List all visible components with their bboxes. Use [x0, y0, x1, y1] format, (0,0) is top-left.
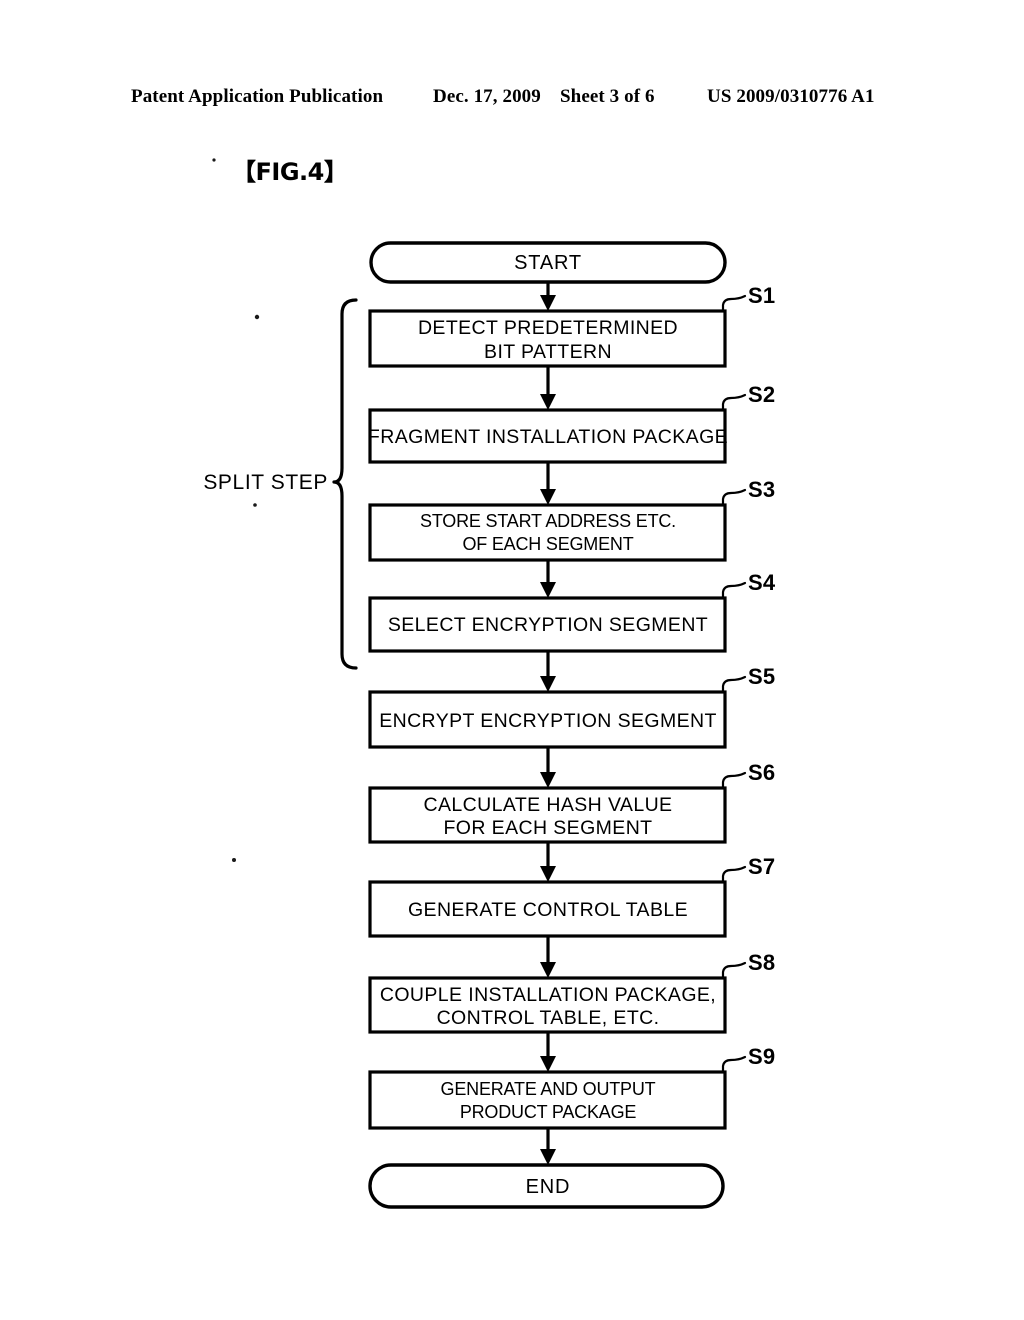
scan-speck [212, 158, 216, 162]
step-id-s6: S6 [748, 760, 775, 785]
connector-s7-s8 [540, 936, 556, 978]
step-id-s4: S4 [748, 570, 776, 595]
step-id-s7: S7 [748, 854, 775, 879]
step-s8-line2: CONTROL TABLE, ETC. [437, 1007, 660, 1029]
connector-s6-s7 [540, 842, 556, 882]
step-node-s8: COUPLE INSTALLATION PACKAGE, CONTROL TAB… [368, 950, 775, 1034]
connector-start-s1 [540, 282, 556, 311]
step-id-s3: S3 [748, 477, 775, 502]
step-node-s3: STORE START ADDRESS ETC. OF EACH SEGMENT… [368, 477, 775, 562]
step-node-s9: GENERATE AND OUTPUT PRODUCT PACKAGE S9 [368, 1044, 775, 1130]
connector-s4-s5 [540, 651, 556, 692]
step-node-s2: FRAGMENT INSTALLATION PACKAGE S2 [368, 382, 775, 464]
step-node-s7: GENERATE CONTROL TABLE S7 [368, 854, 775, 938]
connector-s8-s9 [540, 1032, 556, 1072]
step-s1-line2: BIT PATTERN [484, 341, 612, 363]
step-node-s6: CALCULATE HASH VALUE FOR EACH SEGMENT S6 [368, 760, 775, 844]
step-s2-line1: FRAGMENT INSTALLATION PACKAGE [368, 426, 728, 448]
step-id-s1: S1 [748, 283, 775, 308]
start-node-label: START [514, 252, 582, 274]
step-s7-line1: GENERATE CONTROL TABLE [408, 899, 688, 921]
step-s6-line2: FOR EACH SEGMENT [444, 817, 653, 839]
end-node: END [368, 1163, 725, 1209]
step-s4-line1: SELECT ENCRYPTION SEGMENT [388, 614, 708, 636]
connector-s3-s4 [540, 560, 556, 598]
step-id-s2: S2 [748, 382, 775, 407]
connector-s1-s2 [540, 366, 556, 410]
split-step-group: SPLIT STEP [203, 298, 358, 670]
scan-speck [232, 858, 236, 862]
connector-s2-s3 [540, 462, 556, 505]
step-node-s5: ENCRYPT ENCRYPTION SEGMENT S5 [368, 664, 775, 749]
step-id-s9: S9 [748, 1044, 775, 1069]
scan-speck [253, 503, 257, 507]
connector-s5-s6 [540, 747, 556, 788]
step-node-s1: DETECT PREDETERMINED BIT PATTERN S1 [368, 283, 775, 368]
flowchart-diagram: START DETECT PREDETERMINED BIT PATTERN S… [203, 158, 776, 1209]
step-s9-line2: PRODUCT PACKAGE [460, 1102, 637, 1122]
connector-s9-end [540, 1128, 556, 1165]
split-step-brace [332, 298, 358, 670]
step-s8-line1: COUPLE INSTALLATION PACKAGE, [380, 984, 716, 1006]
step-id-s8: S8 [748, 950, 775, 975]
step-s3-line1: STORE START ADDRESS ETC. [420, 511, 676, 531]
step-node-s4: SELECT ENCRYPTION SEGMENT S4 [368, 570, 776, 653]
step-s9-line1: GENERATE AND OUTPUT [441, 1079, 656, 1099]
scan-speck [254, 314, 260, 320]
step-s3-line2: OF EACH SEGMENT [462, 534, 633, 554]
step-id-s5: S5 [748, 664, 775, 689]
step-s1-line1: DETECT PREDETERMINED [418, 317, 678, 339]
step-s6-line1: CALCULATE HASH VALUE [424, 794, 673, 816]
step-s5-line1: ENCRYPT ENCRYPTION SEGMENT [379, 710, 717, 732]
end-node-label: END [526, 1176, 571, 1198]
start-node: START [369, 241, 727, 284]
split-step-label: SPLIT STEP [203, 471, 328, 494]
